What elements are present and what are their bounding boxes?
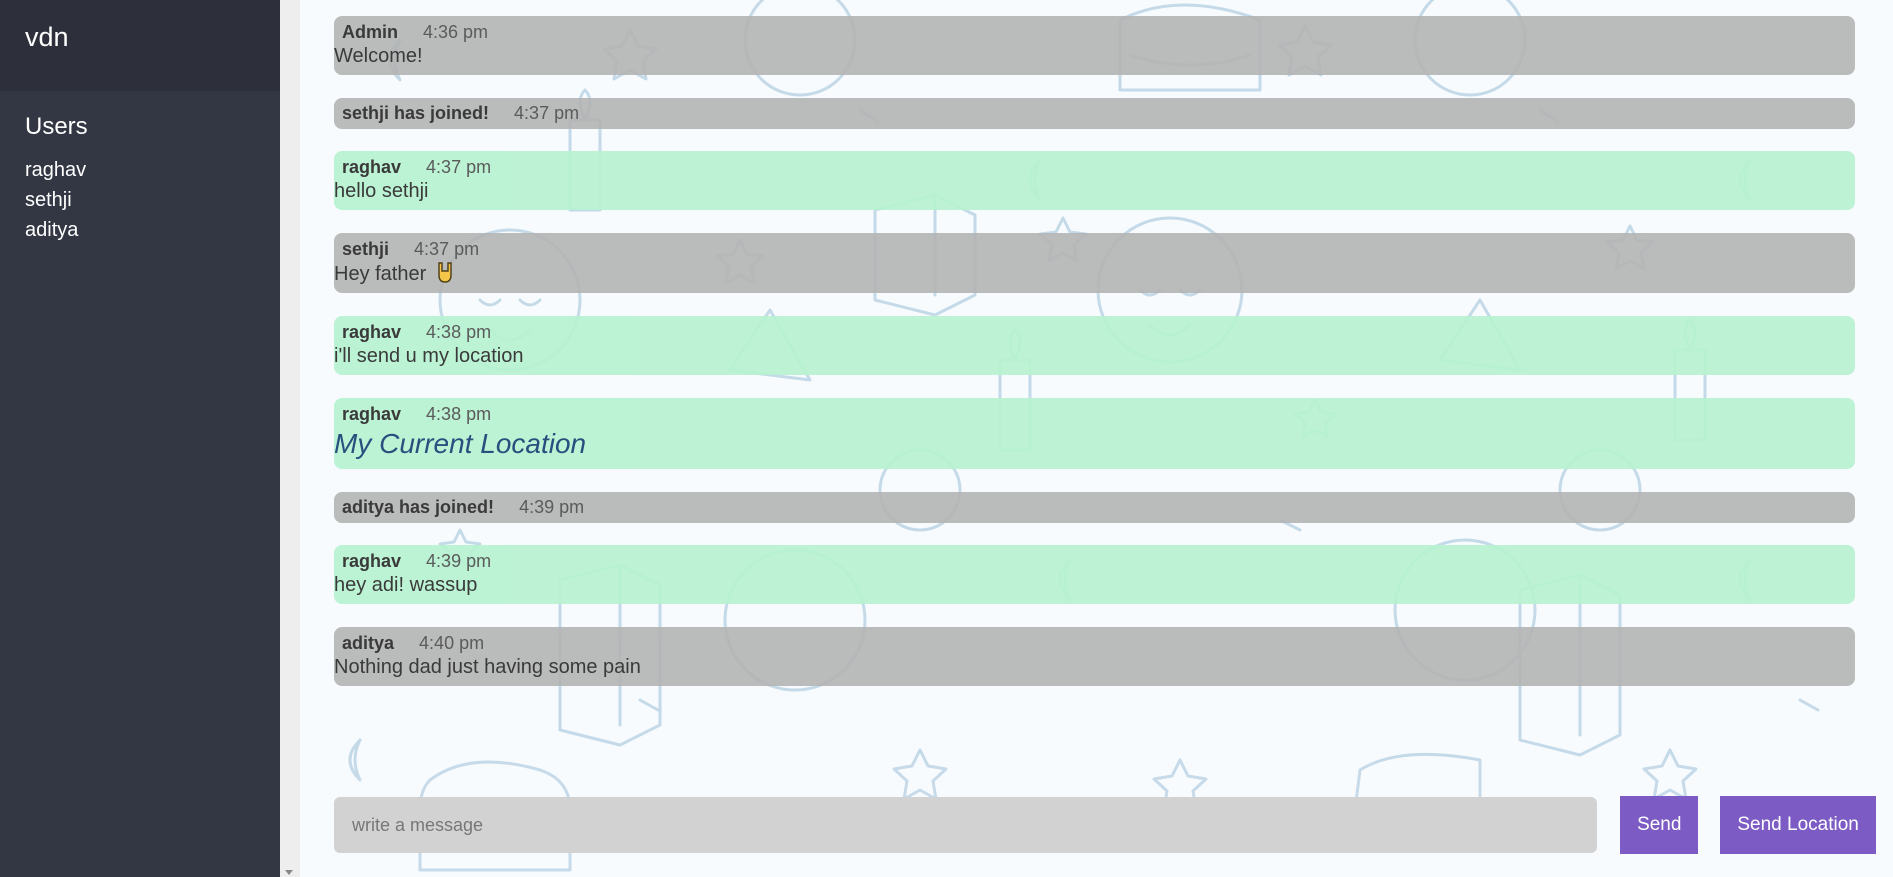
message-item: sethji 4:37 pm Hey father	[334, 233, 1855, 293]
message-sender: Admin	[342, 22, 398, 42]
chat-main: Admin 4:36 pm Welcome! sethji has joined…	[300, 0, 1893, 877]
message-item: raghav 4:39 pm hey adi! wassup	[334, 545, 1855, 604]
message-item: raghav 4:37 pm hello sethji	[334, 151, 1855, 210]
message-composer: Send Send Location	[334, 796, 1876, 854]
send-button[interactable]: Send	[1620, 796, 1699, 854]
location-link[interactable]: My Current Location	[334, 428, 586, 459]
message-time: 4:39 pm	[519, 497, 585, 517]
message-sender: raghav	[342, 322, 402, 342]
location-message: raghav 4:38 pm My Current Location	[334, 398, 1855, 469]
message-time: 4:37 pm	[426, 157, 492, 177]
scrollbar[interactable]	[280, 0, 300, 877]
join-notice-text: aditya has joined!	[342, 497, 495, 517]
user-list-item: aditya	[25, 219, 79, 241]
users-heading: Users	[25, 113, 88, 140]
message-time: 4:39 pm	[426, 551, 492, 571]
message-text: Welcome!	[334, 45, 423, 67]
message-input[interactable]	[334, 797, 1598, 853]
message-item: aditya 4:40 pm Nothing dad just having s…	[334, 627, 1855, 686]
join-notice: aditya has joined! 4:39 pm	[334, 492, 1855, 523]
scroll-down-arrow-icon[interactable]	[285, 870, 293, 875]
user-list-item: raghav	[25, 159, 87, 181]
message-sender: raghav	[342, 404, 402, 424]
chat-app: vdn Users raghav sethji aditya Admin 4:3…	[0, 0, 1893, 877]
message-sender: sethji	[342, 239, 390, 259]
message-time: 4:36 pm	[423, 22, 489, 42]
message-time: 4:38 pm	[426, 404, 492, 424]
message-time: 4:37 pm	[414, 239, 480, 259]
message-text: Hey father	[334, 263, 427, 285]
join-notice-text: sethji has joined!	[342, 103, 490, 123]
message-time: 4:37 pm	[514, 103, 580, 123]
message-item: raghav 4:38 pm i'll send u my location	[334, 316, 1855, 375]
message-item: Admin 4:36 pm Welcome!	[334, 16, 1855, 75]
join-notice: sethji has joined! 4:37 pm	[334, 98, 1855, 129]
message-sender: aditya	[342, 633, 395, 653]
send-location-button[interactable]: Send Location	[1720, 796, 1876, 854]
message-text: hello sethji	[334, 180, 429, 202]
sidebar: vdn Users raghav sethji aditya	[0, 0, 280, 877]
message-sender: raghav	[342, 551, 402, 571]
user-list: raghav sethji aditya	[0, 155, 280, 245]
message-sender: raghav	[342, 157, 402, 177]
message-text: hey adi! wassup	[334, 574, 478, 596]
message-text: i'll send u my location	[334, 345, 524, 367]
room-title: vdn	[0, 0, 280, 91]
rock-on-hand-icon	[438, 262, 452, 283]
message-list: Admin 4:36 pm Welcome! sethji has joined…	[334, 16, 1855, 709]
message-time: 4:40 pm	[419, 633, 485, 653]
user-list-item: sethji	[25, 189, 72, 211]
message-text: Nothing dad just having some pain	[334, 656, 641, 678]
message-time: 4:38 pm	[426, 322, 492, 342]
